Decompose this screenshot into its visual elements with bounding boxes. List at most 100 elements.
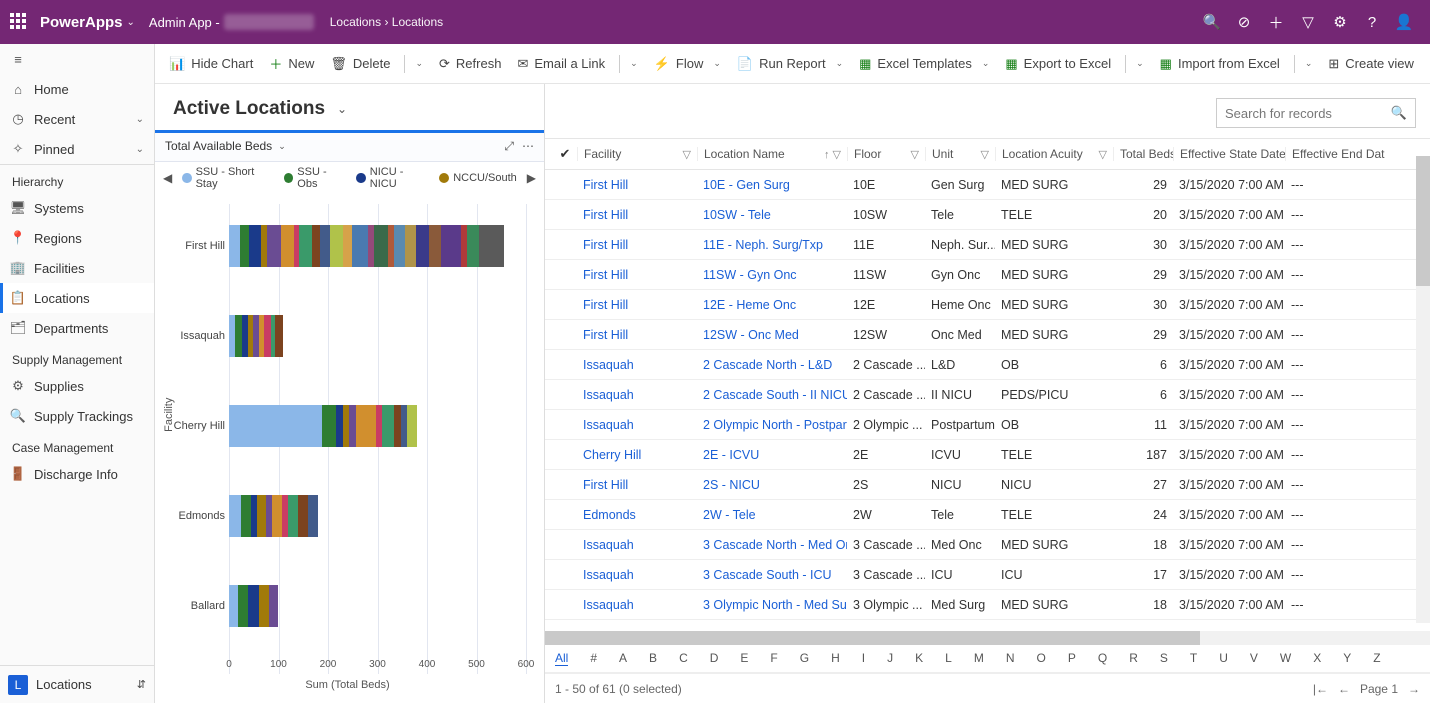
alpha-q[interactable]: Q [1098, 651, 1107, 666]
expand-icon[interactable]: ⤢ [504, 139, 514, 154]
location-link[interactable]: 2 Cascade South - II NICU [697, 388, 847, 402]
nav-home[interactable]: ⌂Home [0, 74, 154, 104]
chevron-down-icon[interactable]: ⌄ [713, 58, 721, 69]
table-row[interactable]: Edmonds 2W - Tele 2W Tele TELE 24 3/15/2… [545, 500, 1430, 530]
legend-item[interactable]: NICU - NICU [356, 166, 429, 190]
table-row[interactable]: First Hill 12SW - Onc Med 12SW Onc Med M… [545, 320, 1430, 350]
prev-page-icon[interactable]: ← [1338, 682, 1350, 696]
facility-link[interactable]: Issaquah [577, 538, 697, 552]
alpha-v[interactable]: V [1250, 651, 1258, 666]
chart-bar-cherry-hill[interactable]: Cherry Hill [229, 394, 526, 458]
facility-link[interactable]: Cherry Hill [577, 448, 697, 462]
facility-link[interactable]: Issaquah [577, 358, 697, 372]
hamburger-button[interactable]: ≡ [0, 44, 154, 74]
facility-link[interactable]: First Hill [577, 238, 697, 252]
table-row[interactable]: Cherry Hill 2E - ICVU 2E ICVU TELE 187 3… [545, 440, 1430, 470]
chevron-down-icon[interactable]: ⌄ [1136, 58, 1144, 69]
sort-icon[interactable]: ↑ ▽ [824, 148, 841, 161]
legend-item[interactable]: SSU - Obs [284, 166, 346, 190]
filter-icon[interactable]: ▽ [1292, 6, 1324, 38]
alpha-r[interactable]: R [1129, 651, 1138, 666]
select-all-checkbox[interactable]: ✔ [560, 146, 571, 162]
brand[interactable]: PowerApps [40, 14, 123, 31]
chart-bar-ballard[interactable]: Ballard [229, 574, 526, 638]
filter-icon[interactable]: ▽ [683, 148, 691, 161]
facility-link[interactable]: Issaquah [577, 568, 697, 582]
facility-link[interactable]: Issaquah [577, 628, 697, 630]
alpha-a[interactable]: A [619, 651, 627, 666]
facility-link[interactable]: First Hill [577, 268, 697, 282]
col-location-name[interactable]: Location Name↑ ▽ [697, 147, 847, 161]
delete-button[interactable]: 🗑Delete⌄ [330, 55, 423, 73]
task-icon[interactable]: ⊘ [1228, 6, 1260, 38]
location-link[interactable]: 3 Olympic South - Tele Overflow [697, 628, 847, 630]
chevron-down-icon[interactable]: ⌄ [836, 58, 844, 69]
alpha-k[interactable]: K [915, 651, 923, 666]
location-link[interactable]: 12SW - Onc Med [697, 328, 847, 342]
alpha-e[interactable]: E [740, 651, 748, 666]
email-link-button[interactable]: ✉Email a Link⌄ [517, 55, 637, 73]
filter-icon[interactable]: ▽ [1099, 148, 1107, 161]
location-link[interactable]: 2E - ICVU [697, 448, 847, 462]
alpha-g[interactable]: G [800, 651, 809, 666]
col-floor[interactable]: Floor▽ [847, 147, 925, 161]
alpha-#[interactable]: # [590, 651, 597, 666]
help-icon[interactable]: ? [1356, 6, 1388, 38]
next-page-icon[interactable]: → [1408, 682, 1420, 696]
filter-icon[interactable]: ▽ [911, 148, 919, 161]
chevron-down-icon[interactable]: ⌄ [1305, 58, 1313, 69]
filter-icon[interactable]: ▽ [981, 148, 989, 161]
settings-icon[interactable]: ⚙ [1324, 6, 1356, 38]
location-link[interactable]: 2S - NICU [697, 478, 847, 492]
add-icon[interactable]: ＋ [1260, 6, 1292, 38]
area-switcher[interactable]: L Locations ⇵ [0, 665, 154, 703]
chevron-down-icon[interactable]: ⌄ [127, 17, 135, 28]
search-icon[interactable]: 🔍 [1196, 6, 1228, 38]
chevron-down-icon[interactable]: ⌄ [415, 58, 423, 69]
alpha-f[interactable]: F [770, 651, 777, 666]
alpha-w[interactable]: W [1280, 651, 1291, 666]
location-link[interactable]: 10SW - Tele [697, 208, 847, 222]
col-start-date[interactable]: Effective State Date▽ [1173, 147, 1285, 161]
alpha-d[interactable]: D [710, 651, 719, 666]
chart-bar-first-hill[interactable]: First Hill [229, 214, 526, 278]
table-row[interactable]: Issaquah 3 Olympic North - Med Surg 3 Ol… [545, 590, 1430, 620]
alpha-x[interactable]: X [1313, 651, 1321, 666]
table-row[interactable]: First Hill 11SW - Gyn Onc 11SW Gyn Onc M… [545, 260, 1430, 290]
view-selector-chevron[interactable]: ⌄ [337, 102, 347, 116]
location-link[interactable]: 3 Olympic North - Med Surg [697, 598, 847, 612]
legend-prev-icon[interactable]: ◀ [161, 171, 174, 185]
location-link[interactable]: 2 Cascade North - L&D [697, 358, 847, 372]
col-acuity[interactable]: Location Acuity▽ [995, 147, 1113, 161]
alpha-n[interactable]: N [1006, 651, 1015, 666]
chevron-down-icon[interactable]: ⌄ [630, 58, 638, 69]
facility-link[interactable]: Issaquah [577, 418, 697, 432]
chevron-down-icon[interactable]: ⌄ [982, 58, 990, 69]
vertical-scrollbar[interactable] [1416, 156, 1430, 623]
facility-link[interactable]: First Hill [577, 328, 697, 342]
chart-bar-issaquah[interactable]: Issaquah [229, 304, 526, 368]
legend-item[interactable]: NCCU/South [439, 166, 517, 190]
col-facility[interactable]: Facility▽ [577, 147, 697, 161]
excel-templates-button[interactable]: ▦Excel Templates⌄ [859, 56, 989, 72]
table-row[interactable]: Issaquah 2 Cascade North - L&D 2 Cascade… [545, 350, 1430, 380]
app-launcher-icon[interactable] [10, 13, 28, 31]
nav-pinned[interactable]: ✧Pinned⌄ [0, 134, 154, 164]
alpha-m[interactable]: M [974, 651, 984, 666]
alpha-all[interactable]: All [555, 651, 568, 666]
alpha-t[interactable]: T [1190, 651, 1197, 666]
alpha-p[interactable]: P [1068, 651, 1076, 666]
nav-departments[interactable]: 🗂Departments [0, 313, 154, 343]
facility-link[interactable]: First Hill [577, 298, 697, 312]
facility-link[interactable]: First Hill [577, 478, 697, 492]
import-excel-button[interactable]: ▦Import from Excel⌄ [1160, 55, 1313, 73]
alpha-j[interactable]: J [887, 651, 893, 666]
nav-locations[interactable]: 📋Locations [0, 283, 154, 313]
location-link[interactable]: 2W - Tele [697, 508, 847, 522]
search-input[interactable]: Search for records 🔍 [1216, 98, 1416, 128]
facility-link[interactable]: Edmonds [577, 508, 697, 522]
nav-recent[interactable]: ◷Recent⌄ [0, 104, 154, 134]
flow-button[interactable]: ⚡Flow⌄ [654, 56, 721, 72]
nav-supply-trackings[interactable]: 🔍Supply Trackings [0, 401, 154, 431]
chevron-down-icon[interactable]: ⌄ [278, 141, 286, 152]
